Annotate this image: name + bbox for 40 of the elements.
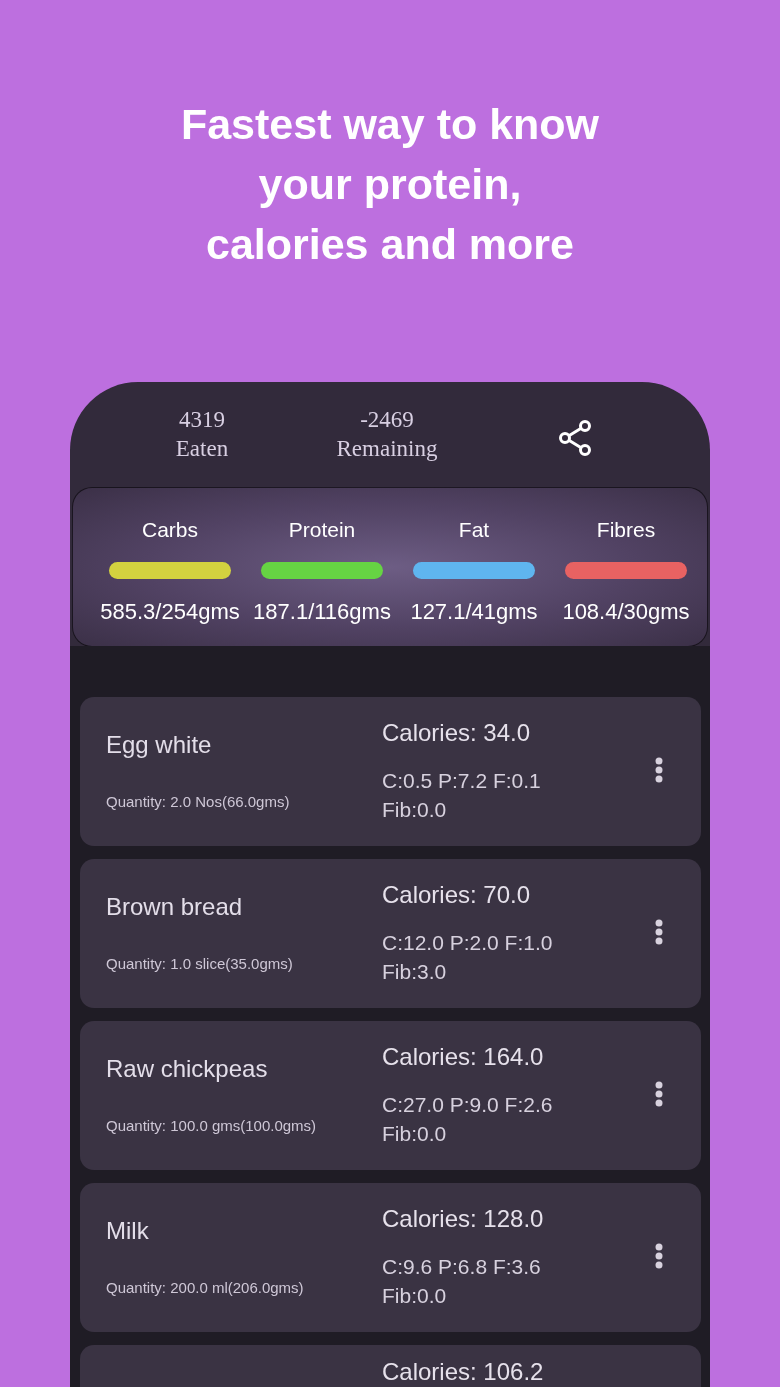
quantity-text: Quantity: 2.0 Nos(66.0gms) bbox=[106, 792, 290, 812]
macro-label: Protein bbox=[288, 517, 356, 543]
stat-value: 4319 bbox=[179, 406, 225, 434]
headline-text: Fastest way to know your protein, calories and more bbox=[180, 99, 600, 270]
macro-label: Fat bbox=[458, 517, 490, 543]
food-name: Raw chickpeas bbox=[106, 1054, 268, 1084]
quantity-text: Quantity: 100.0 gms(100.0gms) bbox=[106, 1116, 317, 1136]
nutrient-text: C:9.6 P:6.8 F:3.6 Fib:0.0 bbox=[382, 1254, 542, 1309]
share-icon[interactable] bbox=[559, 420, 591, 456]
calories-text: Calories: 128.0 bbox=[382, 1204, 544, 1234]
macro-amount: 127.1/41gms bbox=[410, 598, 538, 626]
macro-amount: 187.1/116gms bbox=[253, 598, 391, 626]
calories-text: Calories: 34.0 bbox=[382, 718, 531, 748]
nutrient-text: C:0.5 P:7.2 F:0.1 Fib:0.0 bbox=[382, 768, 542, 823]
nutrient-text: C:27.0 P:9.0 F:2.6 Fib:0.0 bbox=[382, 1092, 554, 1147]
food-name: Egg white bbox=[106, 730, 212, 760]
food-name: Milk bbox=[106, 1216, 149, 1246]
food-card[interactable]: Raw chickpeas Quantity: 100.0 gms(100.0gms) Calories: 164.0 C:27.0 P:9.0 F:2.6 Fib:0.0 bbox=[80, 1021, 701, 1170]
food-card[interactable]: Egg white Quantity: 2.0 Nos(66.0gms) Calories: 34.0 C:0.5 P:7.2 F:0.1 Fib:0.0 bbox=[80, 697, 701, 846]
food-name: Brown bread bbox=[106, 892, 243, 922]
stat-label: Eaten bbox=[175, 435, 229, 463]
more-icon[interactable] bbox=[655, 757, 663, 783]
quantity-text: Quantity: 200.0 ml(206.0gms) bbox=[106, 1278, 304, 1298]
food-card[interactable]: Brown bread Quantity: 1.0 slice(35.0gms) Calories: 70.0 C:12.0 P:2.0 F:1.0 Fib:3.0 bbox=[80, 859, 701, 1008]
macro-label: Carbs bbox=[142, 517, 198, 543]
stat-label: Remaining bbox=[336, 435, 438, 463]
calories-text: Calories: 164.0 bbox=[382, 1042, 544, 1072]
food-card[interactable]: Calories: 106.2 bbox=[80, 1345, 701, 1387]
calories-text: Calories: 70.0 bbox=[382, 880, 531, 910]
more-icon[interactable] bbox=[655, 1081, 663, 1107]
macro-amount: 108.4/30gms bbox=[562, 598, 690, 626]
more-icon[interactable] bbox=[655, 919, 663, 945]
macro-amount: 585.3/254gms bbox=[100, 598, 240, 626]
food-card[interactable]: Milk Quantity: 200.0 ml(206.0gms) Calories: 128.0 C:9.6 P:6.8 F:3.6 Fib:0.0 bbox=[80, 1183, 701, 1332]
calories-text: Calories: 106.2 bbox=[382, 1358, 544, 1386]
stat-value: -2469 bbox=[360, 406, 414, 434]
quantity-text: Quantity: 1.0 slice(35.0gms) bbox=[106, 954, 293, 974]
more-icon[interactable] bbox=[655, 1243, 663, 1269]
macro-label: Fibres bbox=[596, 517, 656, 543]
nutrient-text: C:12.0 P:2.0 F:1.0 Fib:3.0 bbox=[382, 930, 554, 985]
